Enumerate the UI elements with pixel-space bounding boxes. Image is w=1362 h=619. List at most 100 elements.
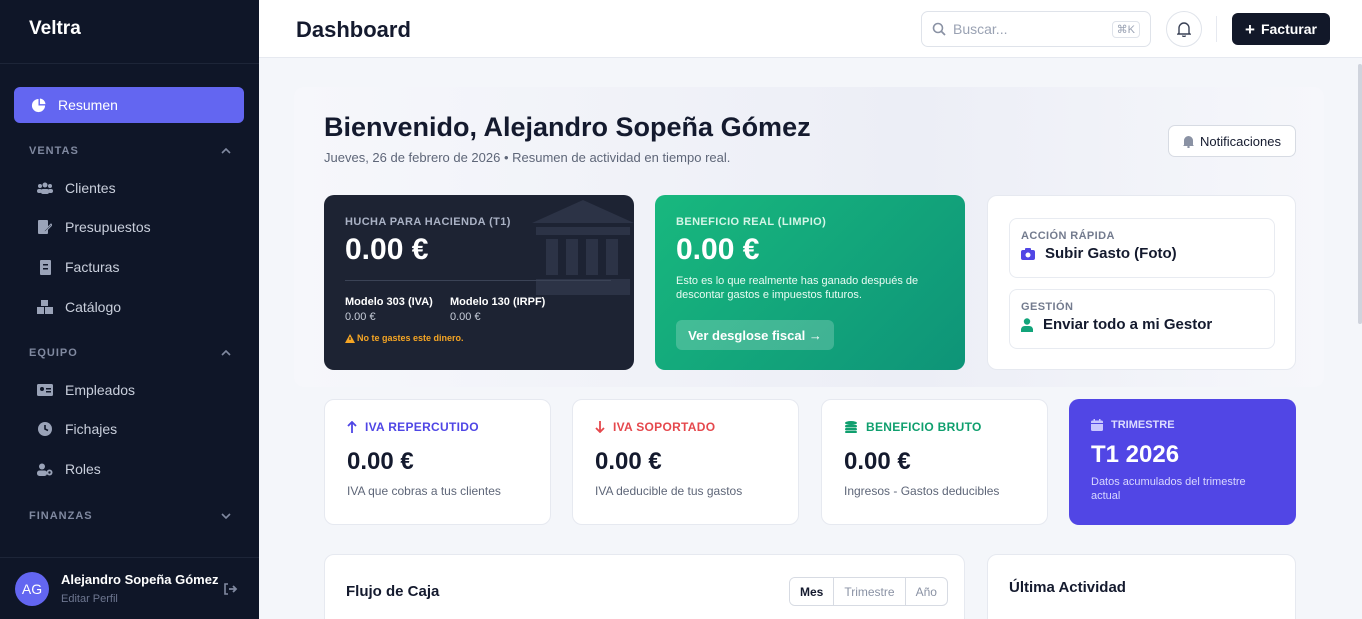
subir-gasto-action[interactable]: ACCIÓN RÁPIDA Subir Gasto (Foto) <box>1009 218 1275 278</box>
trimestre-value: T1 2026 <box>1091 441 1180 468</box>
trimestre-caption: TRIMESTRE <box>1111 419 1175 431</box>
bell-icon <box>1177 22 1191 37</box>
facturar-button[interactable]: + Facturar <box>1232 13 1330 45</box>
sidebar-item-resumen[interactable]: Resumen <box>14 87 244 123</box>
section-ventas-toggle[interactable]: VENTAS <box>29 145 231 157</box>
search-input[interactable]: Buscar... ⌘K <box>921 11 1151 47</box>
stat-value: 0.00 € <box>844 448 911 475</box>
id-card-icon <box>37 382 53 398</box>
section-label: VENTAS <box>29 145 79 157</box>
coins-icon <box>845 421 857 433</box>
users-icon <box>37 180 53 196</box>
period-selector: Mes Trimestre Año <box>789 577 948 606</box>
search-placeholder: Buscar... <box>953 21 1008 37</box>
sidebar-item-label: Facturas <box>65 259 120 275</box>
hucha-caption: HUCHA PARA HACIENDA (T1) <box>345 216 511 228</box>
hucha-value: 0.00 € <box>345 233 429 266</box>
chevron-down-icon <box>221 513 231 519</box>
scrollbar[interactable] <box>1358 64 1362 324</box>
camera-icon <box>1021 247 1035 260</box>
sidebar-item-catalogo[interactable]: Catálogo <box>37 299 121 315</box>
stat-caption: IVA SOPORTADO <box>613 420 716 434</box>
warning-icon <box>345 333 355 343</box>
sidebar-item-roles[interactable]: Roles <box>37 461 101 477</box>
file-edit-icon <box>37 219 53 235</box>
bell-icon <box>1183 135 1195 148</box>
sidebar-item-presupuestos[interactable]: Presupuestos <box>37 219 151 235</box>
invoice-icon <box>37 259 53 275</box>
search-shortcut: ⌘K <box>1111 20 1140 38</box>
tab-ano[interactable]: Año <box>904 578 947 605</box>
activity-title: Última Actividad <box>1009 579 1126 596</box>
modelo-303-label: Modelo 303 (IVA) <box>345 296 433 308</box>
sidebar-item-label: Empleados <box>65 382 136 398</box>
stat-caption: BENEFICIO BRUTO <box>866 420 982 434</box>
modelo-303-value: 0.00 € <box>345 311 376 323</box>
edit-profile-link[interactable]: Editar Perfil <box>61 593 221 605</box>
section-label: FINANZAS <box>29 510 93 522</box>
section-label: EQUIPO <box>29 347 78 359</box>
sidebar-item-clientes[interactable]: Clientes <box>37 180 116 196</box>
beneficio-bruto-card: BENEFICIO BRUTO 0.00 € Ingresos - Gastos… <box>821 399 1048 525</box>
tab-mes[interactable]: Mes <box>790 578 834 605</box>
sidebar-item-label: Presupuestos <box>65 219 151 235</box>
brand-logo: Veltra <box>0 0 259 64</box>
sidebar-item-label: Catálogo <box>65 299 122 315</box>
hucha-card: HUCHA PARA HACIENDA (T1) 0.00 € Modelo 3… <box>324 195 634 370</box>
quick-title: Enviar todo a mi Gestor <box>1043 316 1213 333</box>
page-title: Dashboard <box>296 17 411 42</box>
stat-caption: IVA REPERCUTIDO <box>365 420 479 434</box>
hucha-warning: No te gastes este dinero. <box>345 333 464 343</box>
chevron-up-icon <box>221 148 231 154</box>
boxes-icon <box>37 299 53 315</box>
beneficio-real-card: BENEFICIO REAL (LIMPIO) 0.00 € Esto es l… <box>655 195 965 370</box>
sidebar-item-label: Resumen <box>58 97 118 113</box>
notificaciones-button[interactable]: Notificaciones <box>1168 125 1296 157</box>
sidebar-item-label: Roles <box>65 461 101 477</box>
topbar: Dashboard Buscar... ⌘K + Facturar <box>259 0 1362 58</box>
iva-soportado-card: IVA SOPORTADO 0.00 € IVA deducible de tu… <box>572 399 799 525</box>
search-icon <box>932 22 946 36</box>
welcome-subtitle: Jueves, 26 de febrero de 2026 • Resumen … <box>324 150 731 165</box>
flujo-title: Flujo de Caja <box>346 583 440 600</box>
stat-description: Ingresos - Gastos deducibles <box>844 484 1000 498</box>
welcome-title: Bienvenido, Alejandro Sopeña Gómez <box>324 112 811 142</box>
section-equipo-toggle[interactable]: EQUIPO <box>29 347 231 359</box>
quick-title: Subir Gasto (Foto) <box>1045 245 1177 262</box>
ultima-actividad-card: Última Actividad <box>987 554 1296 619</box>
trimestre-card: TRIMESTRE T1 2026 Datos acumulados del t… <box>1069 399 1296 525</box>
notifications-button[interactable] <box>1166 11 1202 47</box>
stat-value: 0.00 € <box>595 448 662 475</box>
user-name: Alejandro Sopeña Gómez <box>61 572 219 587</box>
quick-caption: GESTIÓN <box>1021 301 1074 313</box>
modelo-130-value: 0.00 € <box>450 311 481 323</box>
user-profile[interactable]: AG Alejandro Sopeña Gómez Editar Perfil <box>0 557 259 619</box>
sidebar-item-label: Clientes <box>65 180 116 196</box>
chevron-up-icon <box>221 350 231 356</box>
flujo-caja-card: Flujo de Caja Mes Trimestre Año <box>324 554 965 619</box>
ver-desglose-button[interactable]: Ver desglose fiscal → <box>676 320 834 350</box>
beneficio-value: 0.00 € <box>676 233 760 266</box>
facturar-label: Facturar <box>1260 21 1317 37</box>
warning-text: No te gastes este dinero. <box>357 333 464 343</box>
beneficio-description: Esto es lo que realmente has ganado desp… <box>676 275 919 301</box>
sidebar-item-fichajes[interactable]: Fichajes <box>37 421 117 437</box>
calendar-icon <box>1091 419 1103 431</box>
user-tie-icon <box>1021 317 1033 332</box>
sidebar-item-empleados[interactable]: Empleados <box>37 382 135 398</box>
stat-description: IVA deducible de tus gastos <box>595 484 743 498</box>
enviar-gestor-action[interactable]: GESTIÓN Enviar todo a mi Gestor <box>1009 289 1275 349</box>
divider <box>1216 16 1217 42</box>
tab-trimestre[interactable]: Trimestre <box>833 578 904 605</box>
section-finanzas-toggle[interactable]: FINANZAS <box>29 510 231 522</box>
trimestre-description: Datos acumulados del trimestre actual <box>1091 476 1246 502</box>
stat-value: 0.00 € <box>347 448 414 475</box>
logout-icon[interactable] <box>224 582 238 595</box>
user-gear-icon <box>37 461 53 477</box>
arrow-down-icon <box>595 421 605 433</box>
beneficio-caption: BENEFICIO REAL (LIMPIO) <box>676 216 827 228</box>
sidebar: Veltra Resumen VENTAS Clientes Presupues… <box>0 0 259 619</box>
plus-icon: + <box>1245 19 1255 39</box>
avatar: AG <box>15 571 49 606</box>
sidebar-item-facturas[interactable]: Facturas <box>37 259 119 275</box>
